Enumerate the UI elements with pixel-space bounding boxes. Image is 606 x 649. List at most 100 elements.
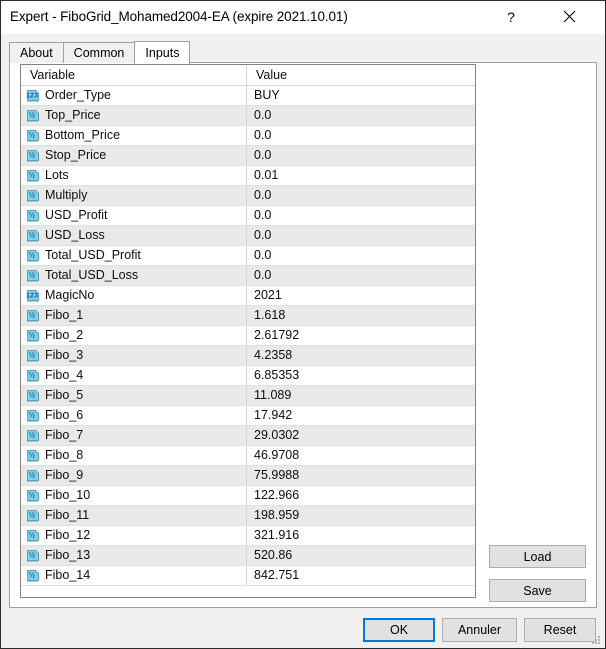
load-button[interactable]: Load — [489, 545, 586, 568]
grid-cell-variable[interactable]: ½Bottom_Price — [21, 126, 247, 145]
table-row[interactable]: ½Fibo_617.942 — [21, 406, 475, 426]
grid-cell-value[interactable]: 1.618 — [247, 306, 475, 325]
close-icon[interactable] — [546, 1, 592, 32]
grid-cell-value[interactable]: 29.0302 — [247, 426, 475, 445]
grid-cell-value[interactable]: 17.942 — [247, 406, 475, 425]
grid-cell-value[interactable]: 321.916 — [247, 526, 475, 545]
grid-cell-value[interactable]: 2.61792 — [247, 326, 475, 345]
grid-cell-value[interactable]: 0.0 — [247, 186, 475, 205]
table-row[interactable]: ½Stop_Price0.0 — [21, 146, 475, 166]
grid-cell-variable[interactable]: ½Fibo_2 — [21, 326, 247, 345]
table-row[interactable]: ½Fibo_729.0302 — [21, 426, 475, 446]
float-half-icon: ½ — [26, 529, 40, 543]
table-row[interactable]: ½ Fibo_9 75.9988 — [21, 466, 475, 486]
grid-cell-value[interactable]: 2021 — [247, 286, 475, 305]
grid-header-row: VariableValue — [21, 65, 475, 86]
grid-cell-variable[interactable]: ½Fibo_10 — [21, 486, 247, 505]
grid-cell-variable[interactable]: ½Fibo_3 — [21, 346, 247, 365]
grid-cell-variable[interactable]: ½USD_Profit — [21, 206, 247, 225]
grid-cell-variable[interactable]: ½Fibo_7 — [21, 426, 247, 445]
grid-cell-value[interactable]: 0.0 — [247, 206, 475, 225]
grid-cell-variable[interactable]: ½Fibo_14 — [21, 566, 247, 585]
table-row[interactable]: ½Fibo_46.85353 — [21, 366, 475, 386]
cancel-button[interactable]: Annuler — [442, 618, 517, 642]
table-row[interactable]: ½Fibo_511.089 — [21, 386, 475, 406]
table-row[interactable]: ½Total_USD_Profit0.0 — [21, 246, 475, 266]
grid-cell-value[interactable]: 520.86 — [247, 546, 475, 565]
grid-cell-variable[interactable]: ½Total_USD_Profit — [21, 246, 247, 265]
grid-cell-variable[interactable]: ½Fibo_1 — [21, 306, 247, 325]
table-row[interactable]: 123Order_TypeBUY — [21, 86, 475, 106]
grid-cell-variable[interactable]: ½Top_Price — [21, 106, 247, 125]
grid-cell-variable[interactable]: ½Fibo_4 — [21, 366, 247, 385]
svg-text:123: 123 — [26, 92, 38, 99]
grid-cell-value[interactable]: 0.0 — [247, 106, 475, 125]
grid-variable-name: Fibo_9 — [45, 469, 83, 482]
float-half-icon: ½ — [26, 469, 40, 483]
table-row[interactable]: ½Top_Price0.0 — [21, 106, 475, 126]
grid-cell-value[interactable]: 198.959 — [247, 506, 475, 525]
table-row[interactable]: ½Fibo_10122.966 — [21, 486, 475, 506]
help-icon[interactable]: ? — [488, 1, 534, 32]
grid-cell-value[interactable]: 0.01 — [247, 166, 475, 185]
table-row[interactable]: ½Fibo_846.9708 — [21, 446, 475, 466]
resize-grip[interactable] — [590, 634, 602, 646]
grid-cell-variable[interactable]: ½Multiply — [21, 186, 247, 205]
grid-cell-value[interactable]: 0.0 — [247, 146, 475, 165]
grid-cell-variable[interactable]: ½USD_Loss — [21, 226, 247, 245]
grid-cell-variable[interactable]: 123Order_Type — [21, 86, 247, 105]
grid-cell-value[interactable]: 11.089 — [247, 386, 475, 405]
table-row[interactable]: ½USD_Profit0.0 — [21, 206, 475, 226]
grid-cell-value[interactable]: 842.751 — [247, 566, 475, 585]
grid-cell-variable[interactable]: ½ Fibo_9 — [21, 466, 247, 485]
grid-cell-variable[interactable]: ½Stop_Price — [21, 146, 247, 165]
grid-cell-value[interactable]: 0.0 — [247, 246, 475, 265]
grid-cell-variable[interactable]: 123MagicNo — [21, 286, 247, 305]
reset-button[interactable]: Reset — [524, 618, 596, 642]
table-row[interactable]: ½Fibo_12321.916 — [21, 526, 475, 546]
grid-cell-value[interactable]: 6.85353 — [247, 366, 475, 385]
grid-cell-variable[interactable]: ½Fibo_5 — [21, 386, 247, 405]
table-row[interactable]: ½Fibo_13520.86 — [21, 546, 475, 566]
table-row[interactable]: ½Fibo_14842.751 — [21, 566, 475, 586]
grid-cell-variable[interactable]: ½Fibo_11 — [21, 506, 247, 525]
grid-cell-value[interactable]: 75.9988 — [247, 466, 475, 485]
table-row[interactable]: ½Fibo_3 4.2358 — [21, 346, 475, 366]
grid-cell-variable[interactable]: ½Fibo_8 — [21, 446, 247, 465]
table-row[interactable]: ½USD_Loss0.0 — [21, 226, 475, 246]
svg-text:½: ½ — [29, 370, 36, 379]
table-row[interactable]: ½Bottom_Price0.0 — [21, 126, 475, 146]
grid-header-variable[interactable]: Variable — [21, 65, 247, 85]
table-row[interactable]: ½Fibo_11.618 — [21, 306, 475, 326]
table-row[interactable]: ½Total_USD_Loss0.0 — [21, 266, 475, 286]
svg-text:½: ½ — [29, 390, 36, 399]
tab-about[interactable]: About — [9, 42, 64, 63]
save-button[interactable]: Save — [489, 579, 586, 602]
grid-cell-value[interactable]: 0.0 — [247, 226, 475, 245]
table-row[interactable]: ½Fibo_11198.959 — [21, 506, 475, 526]
grid-cell-value[interactable]: 0.0 — [247, 266, 475, 285]
grid-cell-variable[interactable]: ½Fibo_12 — [21, 526, 247, 545]
table-row[interactable]: ½Fibo_22.61792 — [21, 326, 475, 346]
grid-header-value[interactable]: Value — [247, 65, 475, 85]
grid-variable-name: Fibo_7 — [45, 429, 83, 442]
grid-cell-variable[interactable]: ½Fibo_13 — [21, 546, 247, 565]
grid-cell-variable[interactable]: ½Lots — [21, 166, 247, 185]
table-row[interactable]: ½Multiply0.0 — [21, 186, 475, 206]
grid-cell-value[interactable]: 0.0 — [247, 126, 475, 145]
tab-inputs[interactable]: Inputs — [134, 41, 190, 64]
grid-cell-value[interactable]: BUY — [247, 86, 475, 105]
grid-cell-value[interactable]: 122.966 — [247, 486, 475, 505]
grid-variable-value: 4.2358 — [254, 349, 292, 362]
grid-variable-name: Fibo_14 — [45, 569, 90, 582]
tab-common[interactable]: Common — [63, 42, 136, 63]
grid-cell-value[interactable]: 46.9708 — [247, 446, 475, 465]
table-row[interactable]: 123MagicNo2021 — [21, 286, 475, 306]
table-row[interactable]: ½Lots0.01 — [21, 166, 475, 186]
inputs-parameter-grid[interactable]: VariableValue123Order_TypeBUY½Top_Price0… — [20, 64, 476, 598]
grid-cell-value[interactable]: 4.2358 — [247, 346, 475, 365]
grid-cell-variable[interactable]: ½Total_USD_Loss — [21, 266, 247, 285]
grid-cell-variable[interactable]: ½Fibo_6 — [21, 406, 247, 425]
ok-button[interactable]: OK — [363, 618, 435, 642]
float-half-icon: ½ — [26, 449, 40, 463]
